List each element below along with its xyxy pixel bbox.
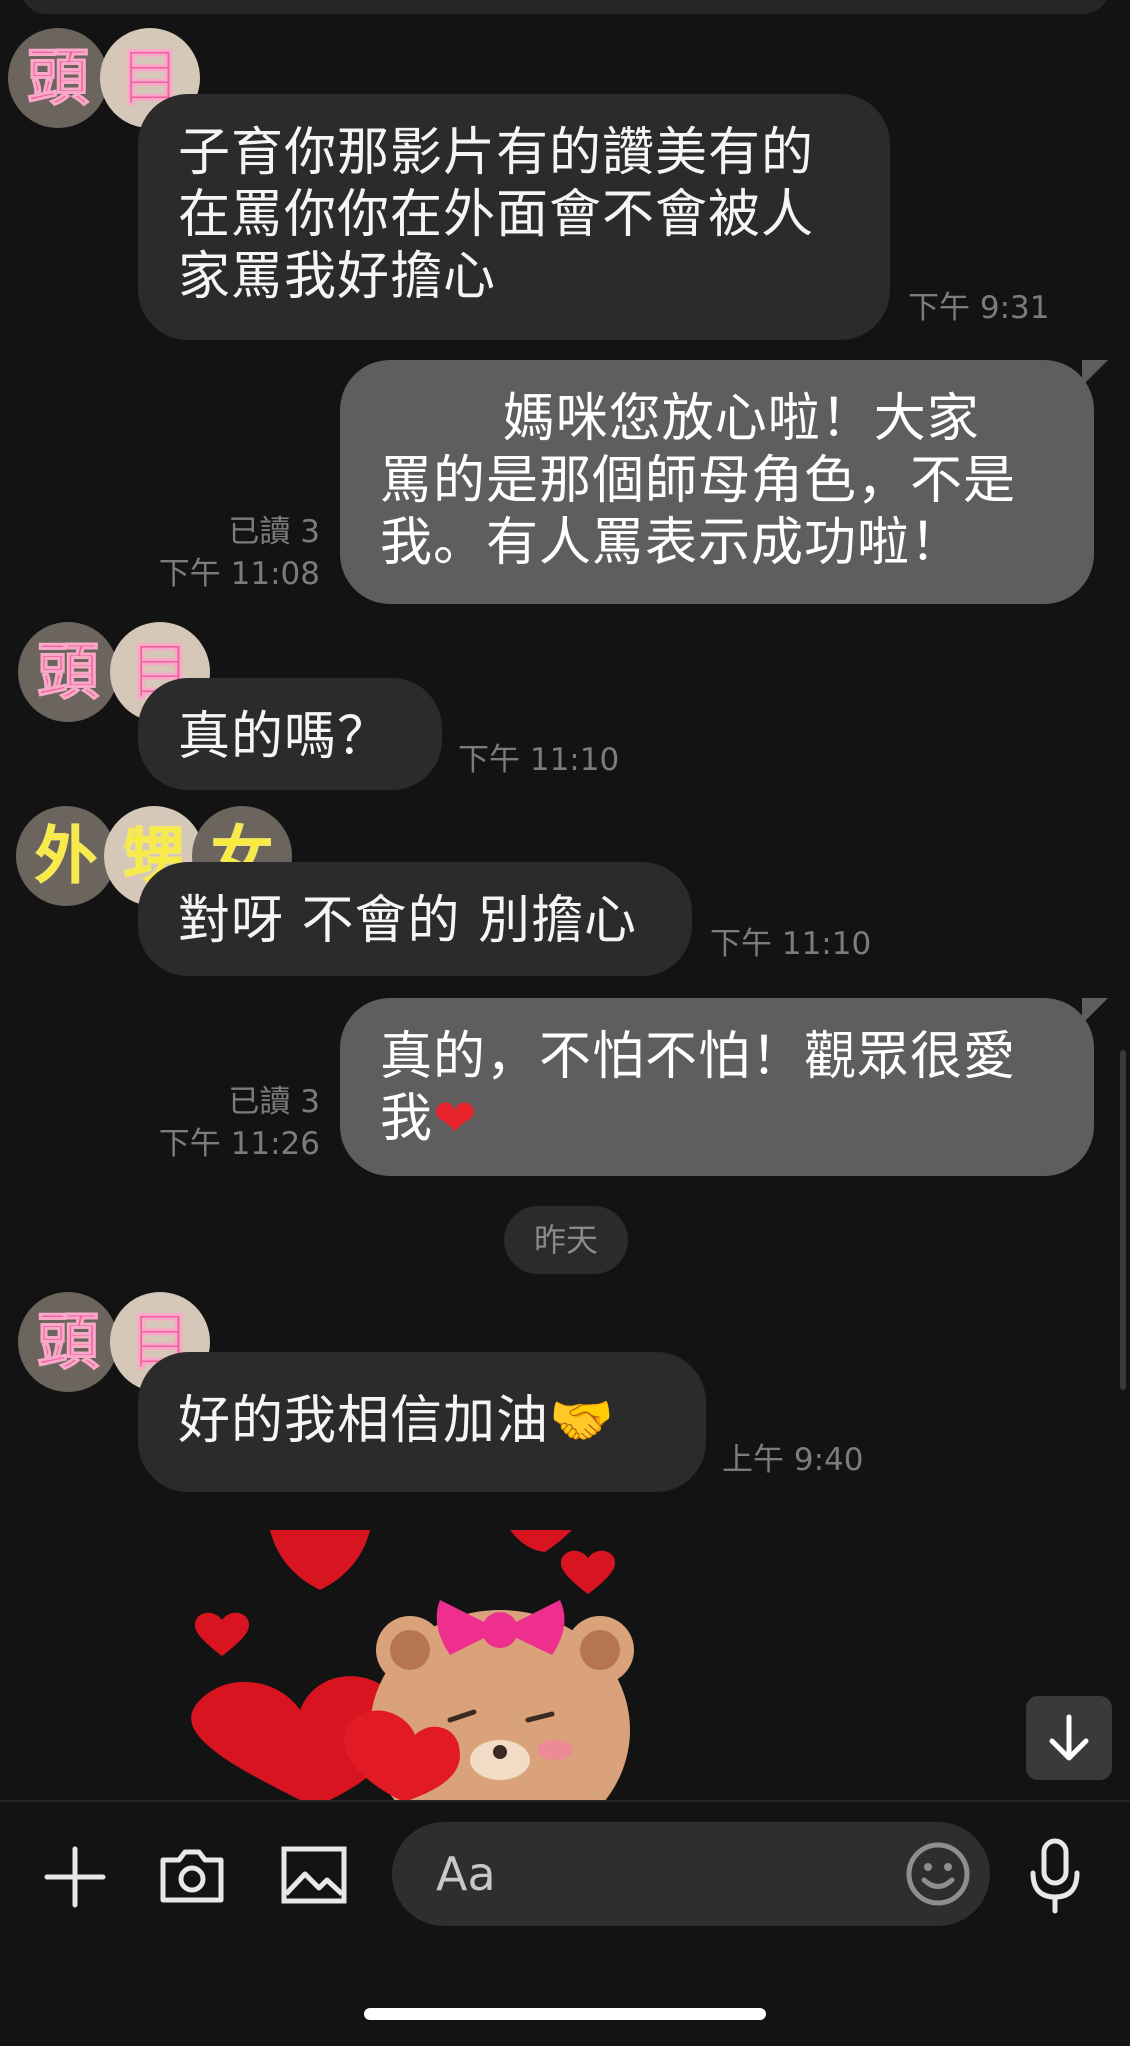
avatar-char: 外: [16, 806, 116, 906]
message-line: 家罵我好擔心: [178, 247, 497, 307]
smiley-icon: [906, 1842, 970, 1906]
message-line: 我❤: [380, 1088, 1054, 1150]
sticker-image[interactable]: [160, 1530, 680, 1800]
message-input-placeholder: Aa: [436, 1847, 496, 1901]
message-line: 真的，不怕不怕！觀眾很愛: [380, 1027, 1017, 1087]
read-receipt: 已讀 3: [228, 1084, 320, 1120]
gallery-button[interactable]: [278, 1842, 350, 1908]
message-bubble[interactable]: 對呀 不會的 別擔心: [138, 862, 692, 976]
camera-button[interactable]: [156, 1842, 228, 1908]
message-line: 對呀 不會的 別擔心: [178, 891, 638, 951]
message-bubble[interactable]: 真的嗎？: [138, 678, 442, 790]
message-input[interactable]: Aa: [392, 1822, 990, 1926]
bear-heart-sticker: [191, 1530, 634, 1800]
arrow-down-icon: [1049, 1714, 1089, 1761]
message-bubble[interactable]: 真的，不怕不怕！觀眾很愛 我❤: [340, 998, 1108, 1176]
image-icon: [281, 1846, 347, 1904]
date-divider: 昨天: [504, 1206, 628, 1274]
scroll-down-button[interactable]: [1026, 1696, 1112, 1780]
message-bubble[interactable]: 媽咪您放心啦！大家 罵的是那個師母角色，不是 我。有人罵表示成功啦！: [340, 360, 1108, 604]
scrollbar[interactable]: [1120, 1050, 1126, 1390]
microphone-icon: [1030, 1838, 1080, 1914]
message-time: 下午 11:10: [710, 926, 872, 962]
message-time: 下午 11:08: [158, 556, 320, 592]
message-line: 媽咪您放心啦！大家: [380, 389, 980, 449]
home-indicator[interactable]: [364, 2008, 766, 2020]
message-line: 好的我相信加油🤝: [178, 1390, 666, 1452]
add-button[interactable]: [40, 1842, 110, 1912]
previous-message-bubble: [20, 0, 1110, 14]
message-text: 我: [380, 1089, 434, 1149]
message-bubble[interactable]: 好的我相信加油🤝: [138, 1352, 706, 1492]
message-text: 好的我相信加油: [178, 1391, 550, 1451]
read-receipt: 已讀 3: [228, 514, 320, 550]
message-time: 上午 9:40: [722, 1442, 864, 1478]
message-bubble[interactable]: 子育你那影片有的讚美有的 在罵你你在外面會不會被人 家罵我好擔心: [138, 94, 890, 340]
message-time: 下午 11:26: [158, 1126, 320, 1162]
avatar-char: 頭: [18, 622, 118, 722]
heart-emoji: ❤: [433, 1089, 478, 1149]
voice-button[interactable]: [1020, 1836, 1090, 1916]
camera-icon: [160, 1849, 224, 1903]
handshake-emoji: 🤝: [549, 1391, 615, 1451]
emoji-button[interactable]: [904, 1840, 972, 1908]
avatar-char: 頭: [18, 1292, 118, 1392]
message-line: 罵的是那個師母角色，不是: [380, 451, 1017, 511]
message-line: 真的嗎？: [178, 707, 391, 767]
message-time: 下午 9:31: [908, 290, 1050, 326]
message-line: 我。有人罵表示成功啦！: [380, 513, 964, 573]
message-line: 在罵你你在外面會不會被人: [178, 185, 815, 245]
avatar-char: 頭: [8, 28, 108, 128]
message-time: 下午 11:10: [458, 742, 620, 778]
message-line: 子育你那影片有的讚美有的: [178, 123, 815, 183]
plus-icon: [44, 1846, 106, 1908]
